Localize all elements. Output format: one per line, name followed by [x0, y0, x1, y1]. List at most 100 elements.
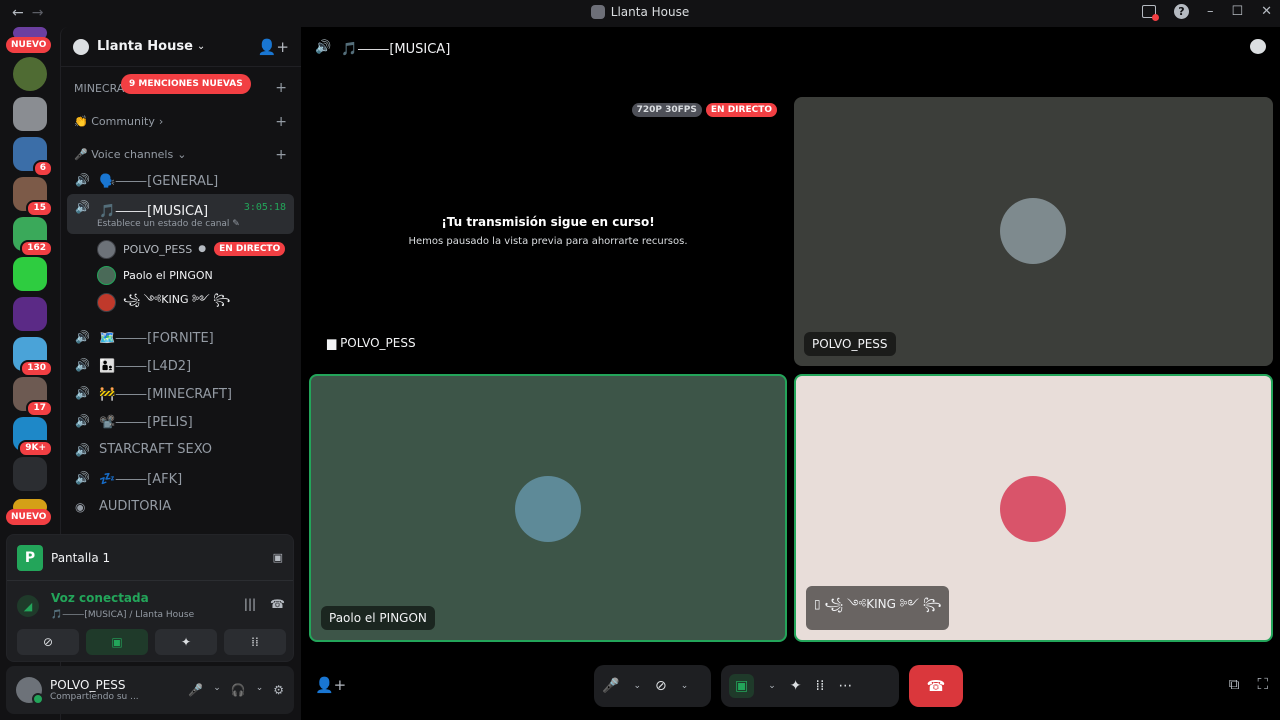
camera-off-icon[interactable]: ⊘ — [655, 678, 667, 694]
server-icon[interactable]: 162 — [13, 217, 53, 257]
soundboard-icon[interactable]: ⁞⁞ — [816, 678, 825, 694]
fullscreen-icon[interactable]: ⛶ — [1257, 675, 1268, 693]
server-icon[interactable] — [13, 257, 47, 291]
user-tile-polvo[interactable]: POLVO_PESS — [794, 97, 1273, 366]
server-icon[interactable] — [13, 457, 47, 491]
streaming-icon: ● — [198, 244, 207, 254]
paused-subtitle: Hemos pausado la vista previa para ahorr… — [408, 236, 688, 247]
activities-icon[interactable]: ✦ — [790, 678, 802, 694]
quality-badge: 720P 30FPS — [631, 103, 702, 117]
noise-suppression-icon[interactable]: ||| — [244, 597, 256, 611]
user-status: Compartiendo su ... — [50, 692, 139, 702]
category-community[interactable]: 👏 Community › — [74, 115, 163, 128]
speaker-icon: 🔊 — [75, 357, 90, 372]
avatar — [97, 265, 116, 285]
voice-status[interactable]: Voz conectada — [51, 591, 149, 605]
voice-channel-afk[interactable]: 🔊 💤⸻[AFK] — [67, 464, 294, 491]
plus-icon[interactable]: + — [275, 80, 287, 96]
channel-name: 🚧⸻[MINECRAFT] — [99, 387, 232, 402]
voice-user-polvo[interactable]: POLVO_PESS ● EN DIRECTO — [97, 237, 286, 261]
user-tile-paolo[interactable]: Paolo el PINGON — [309, 374, 787, 642]
activities-button[interactable]: ✦ — [155, 629, 217, 655]
more-icon[interactable]: ⋯ — [838, 678, 852, 694]
channel-status-prompt[interactable]: Establece un estado de canal ✎ — [97, 219, 240, 229]
speaker-icon: 🔊 — [75, 200, 90, 214]
plus-icon[interactable]: + — [275, 147, 287, 163]
server-icon[interactable]: 9K+ — [13, 417, 53, 457]
speaker-icon: 🔊 — [75, 470, 90, 485]
voice-user-paolo[interactable]: Paolo el PINGON — [97, 263, 213, 287]
minimize-button[interactable]: – — [1207, 4, 1214, 19]
user-info[interactable]: POLVO_PESS Compartiendo su ... — [50, 678, 139, 702]
mobile-icon: ▯ — [814, 597, 821, 611]
category-label: MINECRA — [74, 82, 125, 95]
guild-header[interactable]: Llanta House ⌄ 👤+ — [61, 27, 301, 67]
user-tile-king[interactable]: ▯ ꧁ ༺KING ༻ ꧂ — [794, 374, 1273, 642]
chat-icon[interactable] — [1250, 39, 1266, 54]
mentions-pill[interactable]: 9 MENCIONES NUEVAS — [121, 74, 251, 94]
voice-channel-starcraft[interactable]: 🔊 STARCRAFT SEXO — [67, 436, 294, 463]
channel-name: 📽️⸻[PELIS] — [99, 415, 193, 430]
voice-channel-l4d2[interactable]: 🔊 👨‍👦⸻[L4D2] — [67, 351, 294, 378]
help-icon[interactable]: ? — [1173, 4, 1189, 19]
avatar[interactable] — [16, 677, 44, 705]
tile-label: ▆ POLVO_PESS — [327, 336, 416, 350]
voice-user-king[interactable]: ꧁ ༺KING ༻ ꧂ — [97, 290, 230, 314]
soundboard-button[interactable]: ⁞⁞ — [224, 629, 286, 655]
settings-gear-icon[interactable]: ⚙ — [273, 683, 284, 697]
speaker-icon: 🔊 — [75, 442, 90, 457]
server-icon[interactable] — [13, 297, 47, 331]
headset-icon[interactable]: 🎧 — [231, 683, 246, 697]
screen-share-icon[interactable]: ▣ — [729, 674, 755, 698]
new-pill-bottom: NUEVO — [6, 509, 52, 525]
avatar — [97, 239, 116, 259]
microphone-icon[interactable]: 🎤 — [602, 678, 619, 694]
server-icon[interactable]: 15 — [13, 177, 53, 217]
server-icon[interactable] — [13, 97, 47, 131]
category-minecraft[interactable]: MINECRA — [74, 82, 124, 95]
server-icon[interactable]: 6 — [13, 137, 53, 177]
hangup-button[interactable]: ☎ — [909, 665, 963, 707]
add-member-icon[interactable]: 👤+ — [258, 38, 289, 56]
popout-icon[interactable]: ⧉ — [1229, 675, 1240, 693]
chevron-down-icon[interactable]: ⌄ — [256, 683, 264, 697]
guild-boost-icon — [73, 38, 89, 55]
unread-badge: 130 — [20, 360, 53, 377]
paused-title: ¡Tu transmisión sigue en curso! — [441, 215, 655, 229]
maximize-button[interactable]: ☐ — [1231, 4, 1243, 19]
chevron-down-icon[interactable]: ⌄ — [633, 681, 641, 691]
chevron-down-icon: ⌄ — [177, 148, 187, 161]
microphone-icon[interactable]: 🎤 — [188, 683, 203, 697]
voice-location[interactable]: 🎵⸻[MUSICA] / Llanta House — [51, 607, 194, 620]
voice-channel-general[interactable]: 🔊 🗣️⸻[GENERAL] — [67, 166, 294, 193]
window-controls: ? – ☐ ✕ — [1141, 4, 1272, 21]
stream-source-title: Pantalla 1 — [51, 550, 111, 565]
voice-channel-minecraft[interactable]: 🔊 🚧⸻[MINECRAFT] — [67, 379, 294, 406]
app-icon: P — [17, 544, 43, 571]
stop-stream-icon[interactable]: ▣ — [273, 551, 283, 564]
voice-channel-fornite[interactable]: 🔊 🗺️⸻[FORNITE] — [67, 323, 294, 350]
voice-channel-musica[interactable]: 🔊 🎵⸻[MUSICA] 3:05:18 Establece un estado… — [67, 194, 294, 234]
chevron-down-icon[interactable]: ⌄ — [768, 681, 776, 691]
category-voice-channels[interactable]: 🎤 Voice channels ⌄ — [74, 148, 186, 161]
stream-tile-self[interactable]: 720P 30FPS EN DIRECTO ¡Tu transmisión si… — [309, 97, 787, 365]
server-icon[interactable] — [13, 57, 47, 91]
stage-channel-auditoria[interactable]: ◉ AUDITORIA — [67, 493, 294, 520]
screen-share-button[interactable]: ▣ — [86, 629, 148, 655]
inbox-icon[interactable] — [1141, 5, 1159, 21]
plus-icon[interactable]: + — [275, 114, 287, 130]
voice-channel-pelis[interactable]: 🔊 📽️⸻[PELIS] — [67, 407, 294, 434]
channel-name: STARCRAFT SEXO — [99, 442, 213, 457]
chevron-down-icon[interactable]: ⌄ — [681, 681, 689, 691]
tile-label: Paolo el PINGON — [321, 606, 435, 630]
chevron-down-icon[interactable]: ⌄ — [213, 683, 221, 697]
disconnect-icon[interactable]: ☎ — [270, 597, 285, 611]
signal-icon[interactable]: ◢ — [17, 595, 39, 617]
category-label: 🎤 Voice channels — [74, 148, 174, 161]
close-button[interactable]: ✕ — [1261, 4, 1272, 19]
server-icon[interactable]: 130 — [13, 337, 53, 377]
server-icon[interactable]: 17 — [13, 377, 53, 417]
voice-connection: ◢ Voz conectada 🎵⸻[MUSICA] / Llanta Hous… — [17, 591, 285, 621]
invite-icon[interactable]: 👤+ — [315, 676, 346, 694]
camera-off-button[interactable]: ⊘ — [17, 629, 79, 655]
